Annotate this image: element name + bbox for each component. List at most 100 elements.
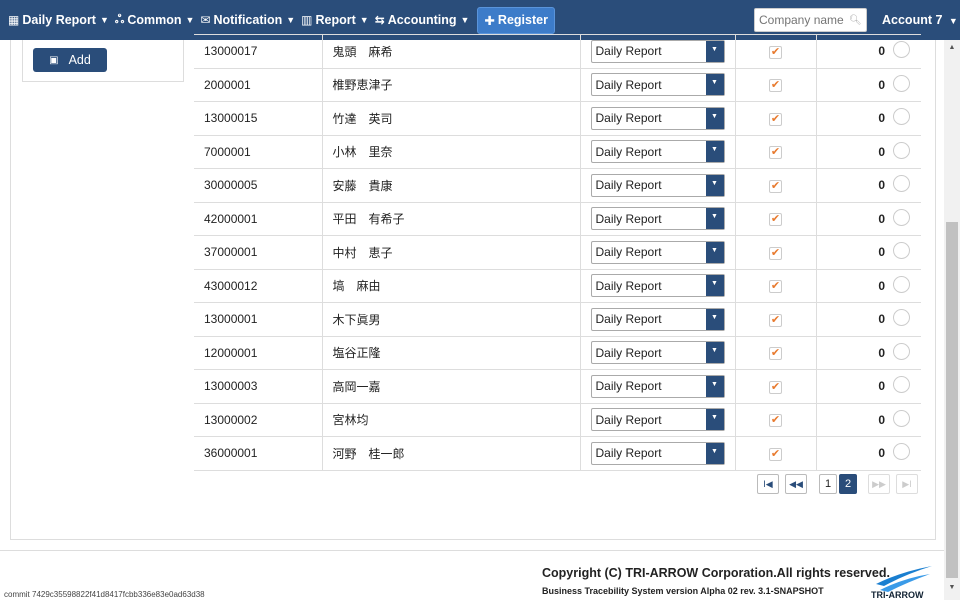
employee-name: 竹達 英司 bbox=[321, 101, 580, 136]
nav-notification-label: Notification bbox=[213, 13, 283, 27]
first-page-button[interactable]: I◀ bbox=[757, 474, 779, 494]
page-scrollbar[interactable]: ▲ ▼ bbox=[944, 40, 960, 600]
report-type-select[interactable]: Daily Report ▼ bbox=[590, 441, 725, 465]
dropdown-arrow-icon[interactable]: ▼ bbox=[705, 74, 724, 96]
dropdown-arrow-icon[interactable]: ▼ bbox=[705, 40, 724, 62]
table-row: 13000015 竹達 英司 Daily Report ▼ ✔ 0 bbox=[194, 101, 921, 136]
enabled-checkbox[interactable]: ✔ bbox=[769, 112, 782, 126]
employee-code: 36000001 bbox=[194, 436, 322, 471]
enabled-checkbox[interactable]: ✔ bbox=[769, 246, 782, 260]
report-type-value: Daily Report bbox=[595, 345, 662, 360]
report-type-select[interactable]: Daily Report ▼ bbox=[590, 140, 725, 164]
dropdown-arrow-icon[interactable]: ▼ bbox=[705, 409, 724, 431]
footer-divider bbox=[0, 550, 944, 551]
employee-name: 椎野恵津子 bbox=[321, 67, 580, 102]
nav-accounting-label: Accounting bbox=[387, 13, 457, 27]
enabled-checkbox[interactable]: ✔ bbox=[769, 447, 782, 461]
dropdown-arrow-icon[interactable]: ▼ bbox=[705, 275, 724, 297]
enabled-checkbox[interactable]: ✔ bbox=[769, 313, 782, 327]
count-value: 0 bbox=[815, 335, 891, 370]
register-button[interactable]: ✚ Register bbox=[477, 6, 555, 34]
select-radio[interactable] bbox=[893, 242, 910, 260]
search-icon[interactable]: 🔍︎ bbox=[849, 15, 862, 26]
enabled-checkbox[interactable]: ✔ bbox=[769, 380, 782, 394]
add-button[interactable]: ▣ Add bbox=[33, 48, 107, 72]
select-radio[interactable] bbox=[893, 309, 910, 327]
scroll-down-icon[interactable]: ▼ bbox=[944, 584, 960, 591]
nav-accounting[interactable]: ⇆ Accounting ▼ bbox=[375, 13, 470, 27]
next-page-button[interactable]: ▶▶ bbox=[868, 474, 890, 494]
dropdown-arrow-icon[interactable]: ▼ bbox=[705, 442, 724, 464]
prev-page-button[interactable]: ◀◀ bbox=[785, 474, 807, 494]
check-cell: ✔ bbox=[734, 201, 816, 236]
report-type-select[interactable]: Daily Report ▼ bbox=[590, 73, 725, 97]
select-radio[interactable] bbox=[893, 342, 910, 360]
report-type-select[interactable]: Daily Report ▼ bbox=[590, 207, 725, 231]
table-row: 12000001 塩谷正隆 Daily Report ▼ ✔ 0 bbox=[194, 335, 921, 370]
account-menu[interactable]: Account 7 ▼ bbox=[882, 13, 958, 27]
page-2-button[interactable]: 2 bbox=[839, 474, 857, 494]
radio-cell bbox=[891, 268, 921, 303]
select-radio[interactable] bbox=[893, 376, 910, 394]
report-type-select[interactable]: Daily Report ▼ bbox=[590, 240, 725, 264]
enabled-checkbox[interactable]: ✔ bbox=[769, 414, 782, 428]
last-page-button[interactable]: ▶I bbox=[896, 474, 918, 494]
enabled-checkbox[interactable]: ✔ bbox=[769, 280, 782, 294]
report-type-select[interactable]: Daily Report ▼ bbox=[590, 374, 725, 398]
enabled-checkbox[interactable]: ✔ bbox=[769, 179, 782, 193]
page-1-button[interactable]: 1 bbox=[819, 474, 837, 494]
report-type-value: Daily Report bbox=[595, 446, 662, 461]
enabled-checkbox[interactable]: ✔ bbox=[769, 146, 782, 160]
enabled-checkbox[interactable]: ✔ bbox=[769, 347, 782, 361]
nav-report[interactable]: ▥ Report ▼ bbox=[301, 13, 369, 27]
dropdown-arrow-icon[interactable]: ▼ bbox=[705, 375, 724, 397]
count-value: 0 bbox=[815, 369, 891, 404]
enabled-checkbox[interactable]: ✔ bbox=[769, 213, 782, 227]
select-radio[interactable] bbox=[893, 41, 910, 59]
select-radio[interactable] bbox=[893, 208, 910, 226]
report-type-select[interactable]: Daily Report ▼ bbox=[590, 39, 725, 63]
nav-daily-report[interactable]: ▦ Daily Report ▼ bbox=[8, 13, 109, 27]
report-type-select[interactable]: Daily Report ▼ bbox=[590, 341, 725, 365]
enabled-checkbox[interactable]: ✔ bbox=[769, 79, 782, 93]
report-type-select[interactable]: Daily Report ▼ bbox=[590, 274, 725, 298]
employee-code: 43000012 bbox=[194, 268, 322, 303]
enabled-checkbox[interactable]: ✔ bbox=[769, 45, 782, 59]
select-radio[interactable] bbox=[893, 74, 910, 92]
select-radio[interactable] bbox=[893, 275, 910, 293]
report-type-select[interactable]: Daily Report ▼ bbox=[590, 173, 725, 197]
check-cell: ✔ bbox=[734, 101, 816, 136]
scroll-up-icon[interactable]: ▲ bbox=[944, 44, 960, 51]
select-radio[interactable] bbox=[893, 141, 910, 159]
report-type-select[interactable]: Daily Report ▼ bbox=[590, 106, 725, 130]
dropdown-arrow-icon[interactable]: ▼ bbox=[705, 107, 724, 129]
report-type-select[interactable]: Daily Report ▼ bbox=[590, 408, 725, 432]
scroll-thumb[interactable] bbox=[946, 222, 958, 578]
nav-common-label: Common bbox=[127, 13, 182, 27]
select-radio[interactable] bbox=[893, 108, 910, 126]
dropdown-arrow-icon[interactable]: ▼ bbox=[705, 241, 724, 263]
dropdown-arrow-icon[interactable]: ▼ bbox=[705, 208, 724, 230]
report-type-cell: Daily Report ▼ bbox=[579, 134, 735, 169]
nav-notification[interactable]: ✉ Notification ▼ bbox=[200, 13, 295, 27]
select-radio[interactable] bbox=[893, 409, 910, 427]
dropdown-arrow-icon[interactable]: ▼ bbox=[705, 141, 724, 163]
report-type-value: Daily Report bbox=[595, 77, 662, 92]
nav-common[interactable]: ஃ Common ▼ bbox=[115, 12, 195, 28]
users-icon: ஃ bbox=[114, 12, 125, 26]
company-search-input[interactable] bbox=[759, 13, 847, 27]
report-type-select[interactable]: Daily Report ▼ bbox=[590, 307, 725, 331]
select-radio[interactable] bbox=[893, 443, 910, 461]
count-value: 0 bbox=[815, 67, 891, 102]
check-cell: ✔ bbox=[734, 235, 816, 270]
count-value: 0 bbox=[815, 168, 891, 203]
count-value: 0 bbox=[815, 101, 891, 136]
dropdown-arrow-icon[interactable]: ▼ bbox=[705, 342, 724, 364]
dropdown-arrow-icon[interactable]: ▼ bbox=[705, 174, 724, 196]
employee-name: 宮林均 bbox=[321, 402, 580, 437]
select-radio[interactable] bbox=[893, 175, 910, 193]
radio-cell bbox=[891, 302, 921, 337]
report-type-cell: Daily Report ▼ bbox=[579, 402, 735, 437]
check-cell: ✔ bbox=[734, 168, 816, 203]
dropdown-arrow-icon[interactable]: ▼ bbox=[705, 308, 724, 330]
